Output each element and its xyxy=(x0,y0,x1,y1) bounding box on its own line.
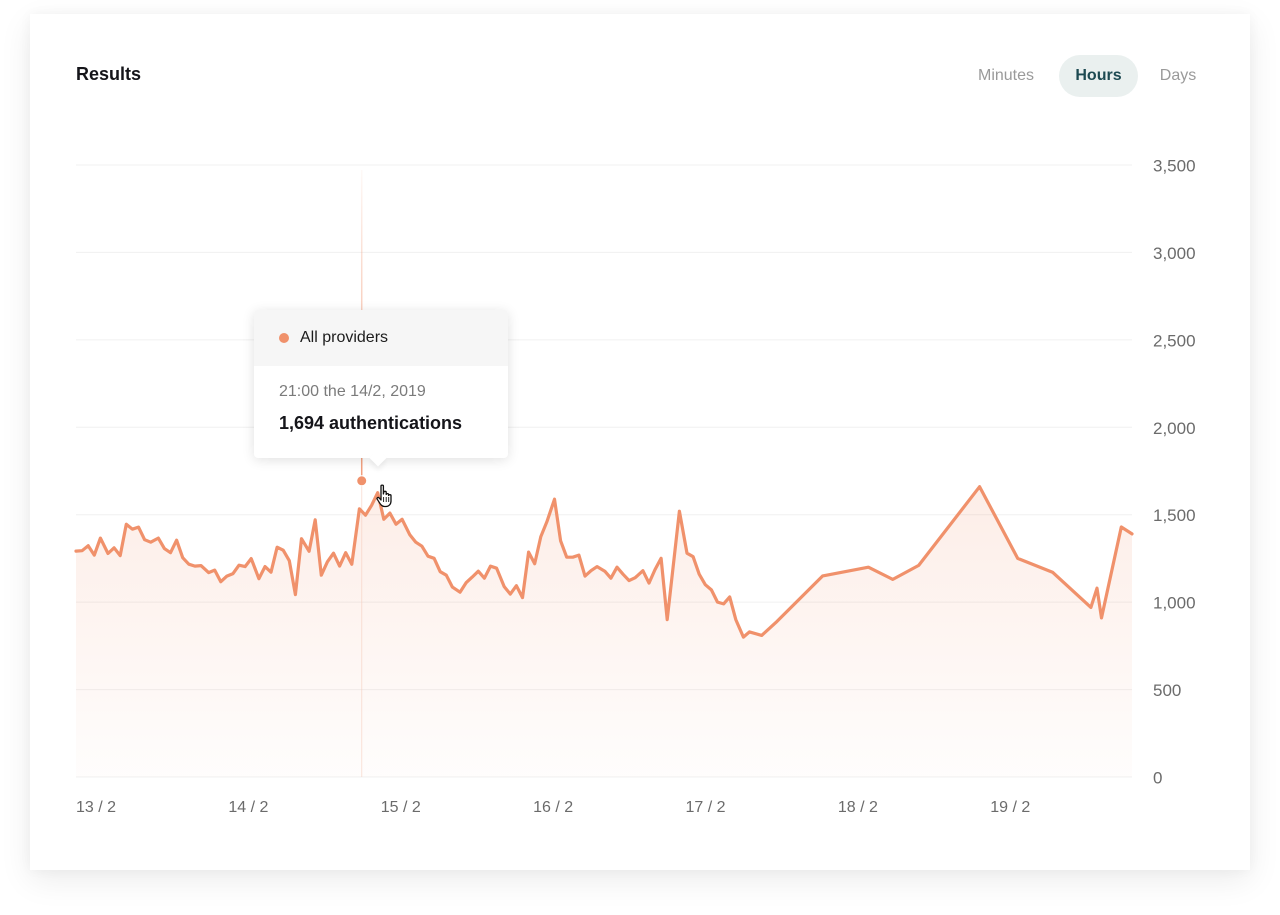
series-area-fill xyxy=(76,486,1132,777)
results-chart: 0 500 1,000 1,500 2,000 2,500 3,000 3,500 13 / … xyxy=(74,156,1196,816)
series-area xyxy=(76,486,1132,777)
y-axis-ticks: 0 500 1,000 1,500 2,000 2,500 3,000 3,500 xyxy=(1153,156,1196,787)
x-tick-label: 19 / 2 xyxy=(990,799,1030,816)
tooltip-value: 1,694 authentications xyxy=(279,413,463,433)
y-tick-label: 2,500 xyxy=(1153,331,1196,350)
highlight-group xyxy=(356,475,368,487)
x-tick-label: 16 / 2 xyxy=(533,799,573,816)
tooltip-header: All providers xyxy=(254,310,508,366)
chart-tooltip: All providers 21:00 the 14/2, 2019 1,694… xyxy=(254,310,508,467)
tooltip-time: 21:00 the 14/2, 2019 xyxy=(279,383,426,400)
x-tick-label: 17 / 2 xyxy=(686,799,726,816)
highlight-point[interactable] xyxy=(356,475,368,487)
y-tick-label: 2,000 xyxy=(1153,419,1196,438)
series-color-dot xyxy=(279,333,289,343)
hand-pointer-icon xyxy=(376,484,392,508)
x-tick-label: 18 / 2 xyxy=(838,799,878,816)
x-tick-label: 13 / 2 xyxy=(76,799,116,816)
y-tick-label: 500 xyxy=(1153,681,1181,700)
y-tick-label: 0 xyxy=(1153,768,1162,787)
y-tick-label: 1,500 xyxy=(1153,506,1196,525)
x-tick-label: 14 / 2 xyxy=(228,799,268,816)
x-axis-ticks: 13 / 2 14 / 2 15 / 2 16 / 2 17 / 2 18 / 2 19 /… xyxy=(76,799,1030,816)
tooltip-series-name: All providers xyxy=(300,329,389,346)
y-tick-label: 3,500 xyxy=(1153,156,1196,175)
y-tick-label: 3,000 xyxy=(1153,244,1196,263)
x-tick-label: 15 / 2 xyxy=(381,799,421,816)
y-tick-label: 1,000 xyxy=(1153,594,1196,613)
